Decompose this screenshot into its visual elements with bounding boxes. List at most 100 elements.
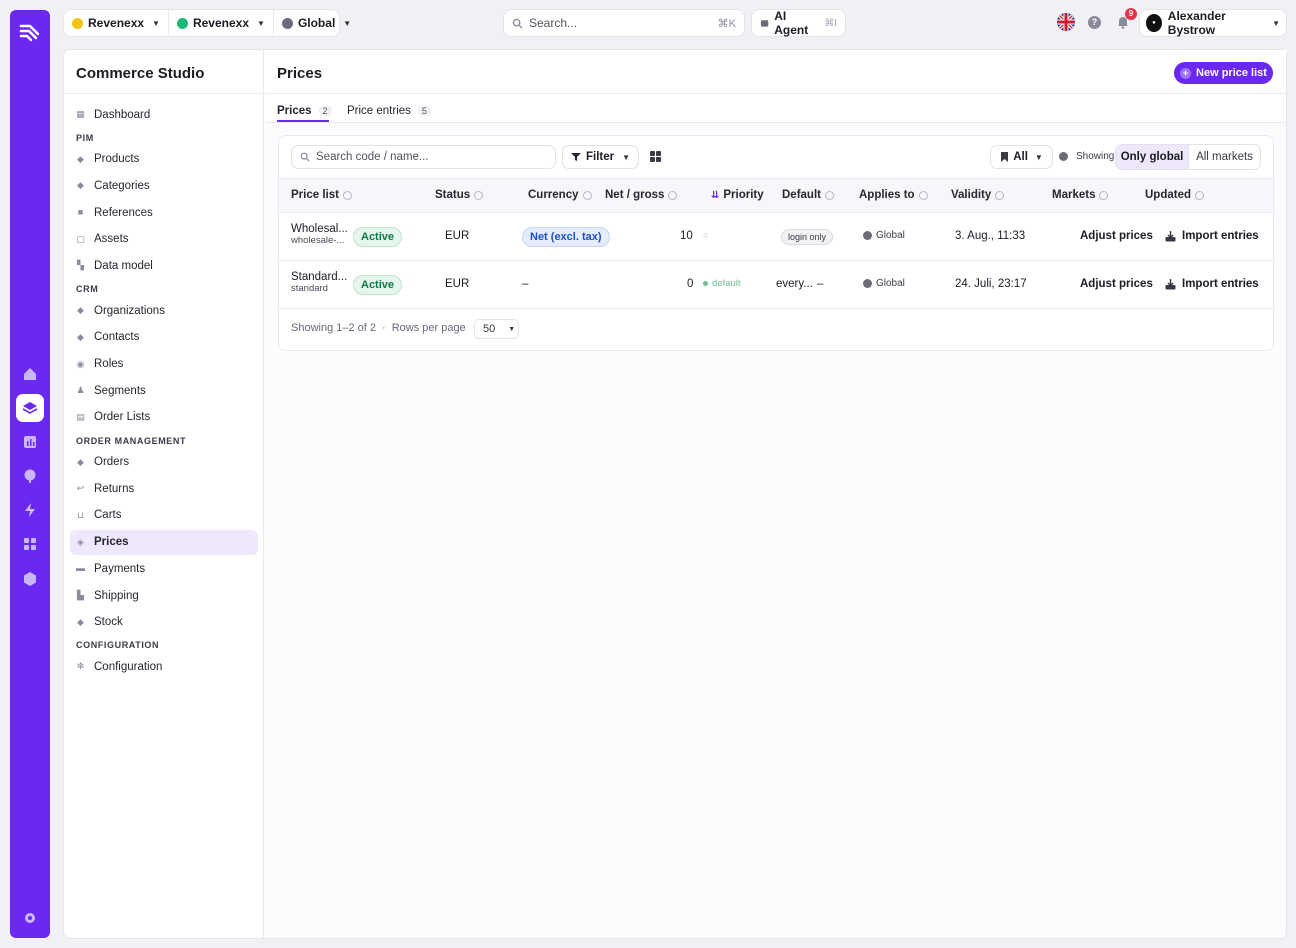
app-logo-icon[interactable] xyxy=(18,20,42,44)
contacts-icon: ◆ xyxy=(77,331,84,342)
tab-bar: Prices 2 Price entries 5 xyxy=(265,94,1286,123)
globe-icon xyxy=(863,279,872,288)
table-row[interactable]: Wholesal... wholesale-... Active EUR Net… xyxy=(279,213,1273,261)
globe-icon xyxy=(1059,152,1068,161)
sidebar-item-returns[interactable]: ↩ Returns xyxy=(70,476,258,501)
plus-icon: + xyxy=(1180,67,1192,79)
tab-price-entries[interactable]: Price entries 5 xyxy=(347,101,431,121)
all-markets-option[interactable]: All markets xyxy=(1188,145,1260,169)
tab-prices[interactable]: Prices 2 xyxy=(277,101,332,121)
tab-label: Price entries xyxy=(347,105,411,117)
sidebar-item-segments[interactable]: ♟ Segments xyxy=(70,378,258,403)
categories-icon: ◆ xyxy=(77,180,84,191)
chevron-down-icon: ▼ xyxy=(343,18,352,28)
import-icon xyxy=(1165,230,1176,241)
column-header-status[interactable]: Status xyxy=(435,189,484,201)
global-search-input[interactable]: Search... ⌘K xyxy=(504,10,744,36)
page-header: Prices + New price list xyxy=(265,50,1286,94)
column-header-price-list[interactable]: Price list xyxy=(291,189,352,201)
sidebar-item-data-model[interactable]: ▚ Data model xyxy=(70,253,258,278)
layers-icon[interactable] xyxy=(16,394,44,422)
return-arrow-icon: ↩ xyxy=(76,483,85,494)
home-icon[interactable] xyxy=(16,360,44,388)
sidebar-item-orders[interactable]: ◆ Orders xyxy=(70,450,258,475)
column-header-validity[interactable]: Validity xyxy=(951,189,1005,201)
table-search-input[interactable]: Search code / name... xyxy=(291,145,556,169)
box-icon[interactable] xyxy=(16,565,44,593)
sidebar-item-label: Products xyxy=(94,153,140,166)
sidebar-item-organizations[interactable]: ◆ Organizations xyxy=(70,298,258,323)
sort-icon xyxy=(918,190,928,200)
rows-per-page-value: 50 xyxy=(483,323,496,335)
price-list-code: wholesale-... xyxy=(291,235,345,246)
uk-flag-icon[interactable] xyxy=(1057,13,1075,31)
main-content: Prices + New price list Prices 2 Price e… xyxy=(265,50,1286,938)
sidebar-item-shipping[interactable]: ▙ Shipping xyxy=(70,583,258,608)
sidebar-item-contacts[interactable]: ◆ Contacts xyxy=(70,325,258,350)
rows-per-page-select[interactable]: 50 ▼ xyxy=(474,319,519,339)
sidebar-item-references[interactable]: ■ References xyxy=(70,200,258,225)
help-icon[interactable]: ? xyxy=(1088,16,1101,29)
sort-icon xyxy=(668,190,678,200)
adjust-prices-link[interactable]: Adjust prices xyxy=(1080,230,1153,242)
sidebar-item-assets[interactable]: ▢ Assets xyxy=(70,227,258,252)
grid-view-icon[interactable] xyxy=(649,150,662,163)
import-entries-label: Import entries xyxy=(1182,230,1259,242)
column-header-updated[interactable]: Updated xyxy=(1145,189,1204,201)
column-header-currency[interactable]: Currency xyxy=(528,189,592,201)
sidebar-item-configuration[interactable]: ✻ Configuration xyxy=(70,654,258,679)
validity-cell: 24. Juli, 23:17 xyxy=(955,278,1027,290)
apps-icon[interactable] xyxy=(16,530,44,558)
column-header-label: Validity xyxy=(951,189,992,201)
analytics-icon[interactable] xyxy=(16,428,44,456)
sidebar-item-label: Returns xyxy=(94,482,135,495)
payment-icon: ▬ xyxy=(76,563,85,574)
org-logo-icon xyxy=(72,17,83,29)
adjust-prices-link[interactable]: Adjust prices xyxy=(1080,278,1153,290)
filter-button[interactable]: Filter ▼ xyxy=(562,145,639,169)
account-switcher[interactable]: Revenexx ▼ xyxy=(167,10,273,36)
new-price-list-button[interactable]: + New price list xyxy=(1174,62,1273,84)
price-list-cell[interactable]: Standard... standard xyxy=(291,271,347,294)
sidebar-item-prices[interactable]: ◈ Prices xyxy=(70,529,258,555)
ai-agent-label: AI Agent xyxy=(774,9,809,37)
column-header-default[interactable]: Default xyxy=(782,189,834,201)
chevron-down-icon: ▼ xyxy=(1034,152,1043,162)
idea-icon[interactable] xyxy=(16,462,44,490)
price-list-cell[interactable]: Wholesal... wholesale-... xyxy=(291,223,348,246)
import-entries-link[interactable]: Import entries xyxy=(1165,278,1259,290)
active-tab-indicator xyxy=(277,120,329,122)
column-header-priority[interactable]: ⇊ Priority xyxy=(711,189,764,201)
tab-count: 5 xyxy=(417,106,431,116)
net-gross-badge: Net (excl. tax) xyxy=(522,227,610,247)
column-header-applies-to[interactable]: Applies to xyxy=(859,189,928,201)
sidebar-item-label: Carts xyxy=(94,509,122,522)
lightning-icon[interactable] xyxy=(16,496,44,524)
settings-icon[interactable] xyxy=(16,904,44,932)
scope-all-dropdown[interactable]: All ▼ xyxy=(990,145,1053,169)
sidebar: Commerce Studio ▦ Dashboard PIM ◆ Products… xyxy=(64,50,264,938)
sidebar-item-dashboard[interactable]: ▦ Dashboard xyxy=(70,102,258,127)
column-header-net-gross[interactable]: Net / gross xyxy=(605,189,678,201)
bookmark-icon xyxy=(1001,152,1009,162)
sidebar-item-carts[interactable]: ⊔ Carts xyxy=(70,503,258,528)
default-dash: – xyxy=(817,278,824,290)
market-switcher[interactable]: Global ▼ xyxy=(272,10,359,36)
sidebar-item-label: Dashboard xyxy=(94,108,151,121)
table-footer: Showing 1–2 of 2 · Rows per page 50 ▼ xyxy=(279,309,1273,349)
column-header-markets[interactable]: Markets xyxy=(1052,189,1109,201)
building-icon: ◆ xyxy=(77,305,84,316)
org-switcher[interactable]: Revenexx ▼ xyxy=(64,10,168,36)
sidebar-item-products[interactable]: ◆ Products xyxy=(70,147,258,172)
import-entries-link[interactable]: Import entries xyxy=(1165,230,1259,242)
only-global-option[interactable]: Only global xyxy=(1116,145,1188,169)
ai-agent-button[interactable]: AI Agent ⌘I xyxy=(752,9,845,37)
sidebar-item-categories[interactable]: ◆ Categories xyxy=(70,173,258,198)
table-row[interactable]: Standard... standard Active EUR – 0 defa… xyxy=(279,261,1273,309)
sidebar-item-roles[interactable]: ◉ Roles xyxy=(70,352,258,377)
user-menu[interactable]: ● Alexander Bystrow ▼ xyxy=(1140,9,1286,37)
sidebar-item-order-lists[interactable]: ▤ Order Lists xyxy=(70,405,258,430)
sort-icon xyxy=(824,190,834,200)
sidebar-item-stock[interactable]: ◆ Stock xyxy=(70,610,258,635)
sidebar-item-payments[interactable]: ▬ Payments xyxy=(70,556,258,581)
